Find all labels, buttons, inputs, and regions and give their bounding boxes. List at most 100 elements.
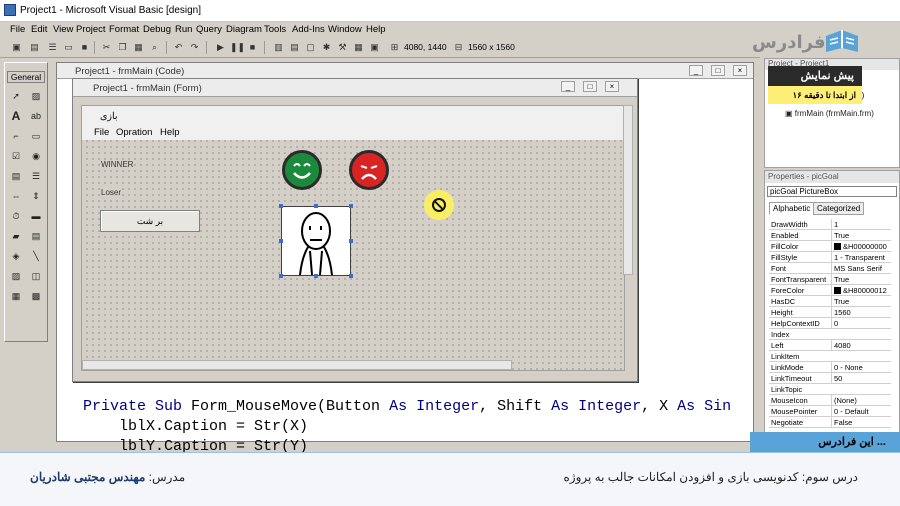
end-icon[interactable]: ■ [246, 41, 259, 54]
resize-handle[interactable] [349, 204, 353, 208]
property-row[interactable]: Index [769, 329, 891, 340]
start-icon[interactable]: ▶ [214, 41, 227, 54]
toolbox-header[interactable]: General [7, 71, 45, 83]
property-row[interactable]: MousePointer 0 - Default [769, 406, 891, 417]
label-tool-icon[interactable]: A [9, 109, 23, 123]
property-row[interactable]: Height 1560 [769, 307, 891, 318]
checkbox-tool-icon[interactable]: ☑ [9, 149, 23, 163]
menu-query[interactable]: Query [196, 24, 222, 35]
combobox-tool-icon[interactable]: ▤ [9, 169, 23, 183]
property-value[interactable]: &H80000012 [831, 285, 891, 296]
property-row[interactable]: LinkTimeout 50 [769, 373, 891, 384]
menu-file[interactable]: File [10, 24, 25, 35]
property-value[interactable]: True [831, 296, 891, 307]
menu-help[interactable]: Help [366, 24, 386, 35]
toolbox-icon[interactable]: ⚒ [336, 41, 349, 54]
property-row[interactable]: Negotiate False [769, 417, 891, 428]
property-row[interactable]: ForeColor &H80000012 [769, 285, 891, 296]
resize-handle[interactable] [279, 204, 283, 208]
property-row[interactable]: HasDC True [769, 296, 891, 307]
vscrollbar-tool-icon[interactable]: ⇕ [29, 189, 43, 203]
find-icon[interactable]: ⌕ [148, 41, 161, 54]
menu-add-ins[interactable]: Add-Ins [292, 24, 325, 35]
property-row[interactable]: LinkItem [769, 351, 891, 362]
listbox-tool-icon[interactable]: ☰ [29, 169, 43, 183]
resize-handle[interactable] [314, 204, 318, 208]
resize-handle[interactable] [314, 274, 318, 278]
dirlistbox-tool-icon[interactable]: ▰ [9, 229, 23, 243]
resize-handle[interactable] [349, 239, 353, 243]
add-form-icon[interactable]: ▤ [28, 41, 41, 54]
ole-tool-icon[interactable]: ▦ [9, 289, 23, 303]
object-selector[interactable]: picGoal PictureBox [767, 186, 897, 197]
winner-label[interactable]: WINNER [100, 160, 135, 169]
resize-handle[interactable] [279, 274, 283, 278]
property-value[interactable]: 0 [831, 318, 891, 329]
property-row[interactable]: Enabled True [769, 230, 891, 241]
property-row[interactable]: FillColor &H00000000 [769, 241, 891, 252]
data-view-icon[interactable]: ▦ [352, 41, 365, 54]
property-value[interactable]: &H00000000 [831, 241, 891, 252]
happy-face-icon[interactable] [282, 150, 322, 190]
resize-handle[interactable] [279, 239, 283, 243]
game-form[interactable]: بازی File Opration Help WINNER Loser بر … [81, 105, 625, 371]
image-tool-icon[interactable]: ▨ [9, 269, 23, 283]
property-row[interactable]: LinkMode 0 - None [769, 362, 891, 373]
frame-tool-icon[interactable]: ⌐ [9, 129, 23, 143]
back-button[interactable]: بر شت [100, 210, 200, 232]
form-horizontal-scrollbar[interactable] [82, 360, 512, 370]
close-button[interactable]: × [733, 65, 747, 76]
component-manager-icon[interactable]: ▣ [368, 41, 381, 54]
maximize-button[interactable]: □ [583, 81, 597, 92]
property-row[interactable]: FillStyle 1 - Transparent [769, 252, 891, 263]
object-browser-icon[interactable]: ✱ [320, 41, 333, 54]
menu-debug[interactable]: Debug [143, 24, 171, 35]
undo-icon[interactable]: ↶ [172, 41, 185, 54]
menu-project[interactable]: Project [76, 24, 106, 35]
menu-format[interactable]: Format [109, 24, 139, 35]
property-row[interactable]: FontTransparent True [769, 274, 891, 285]
add-project-icon[interactable]: ▣ [10, 41, 23, 54]
properties-window-icon[interactable]: ▤ [288, 41, 301, 54]
property-value[interactable]: 4080 [831, 340, 891, 351]
loser-label[interactable]: Loser [100, 188, 123, 197]
redo-icon[interactable]: ↷ [188, 41, 201, 54]
property-value[interactable]: True [831, 230, 891, 241]
menu-tools[interactable]: Tools [264, 24, 286, 35]
property-value[interactable]: True [831, 274, 891, 285]
property-value[interactable]: (None) [831, 395, 891, 406]
property-row[interactable]: HelpContextID 0 [769, 318, 891, 329]
textbox-tool-icon[interactable]: ab [29, 109, 43, 123]
menu-editor-icon[interactable]: ☰ [46, 41, 59, 54]
menu-edit[interactable]: Edit [31, 24, 47, 35]
optionbutton-tool-icon[interactable]: ◉ [29, 149, 43, 163]
property-value[interactable]: 50 [831, 373, 891, 384]
line-tool-icon[interactable]: ╲ [29, 249, 43, 263]
minimize-button[interactable]: _ [561, 81, 575, 92]
copy-icon[interactable]: ❐ [116, 41, 129, 54]
paste-icon[interactable]: ▦ [132, 41, 145, 54]
form-layout-icon[interactable]: ▢ [304, 41, 317, 54]
data-tool-icon[interactable]: ◫ [29, 269, 43, 283]
property-value[interactable]: 0 - None [831, 362, 891, 373]
timer-tool-icon[interactable]: ⏱ [9, 209, 23, 223]
form-vertical-scrollbar[interactable] [623, 105, 633, 275]
minimize-button[interactable]: _ [689, 65, 703, 76]
form-menu-file[interactable]: File [94, 127, 109, 138]
menu-diagram[interactable]: Diagram [226, 24, 262, 35]
maximize-button[interactable]: □ [711, 65, 725, 76]
tab-alphabetic[interactable]: Alphabetic [769, 202, 815, 215]
property-value[interactable]: 1 [831, 219, 891, 230]
project-explorer-icon[interactable]: ▥ [272, 41, 285, 54]
menu-window[interactable]: Window [328, 24, 362, 35]
open-icon[interactable]: ▭ [62, 41, 75, 54]
resize-handle[interactable] [349, 274, 353, 278]
close-button[interactable]: × [605, 81, 619, 92]
property-value[interactable]: False [831, 417, 891, 428]
sad-face-icon[interactable] [349, 150, 389, 190]
property-row[interactable]: Left 4080 [769, 340, 891, 351]
shape-tool-icon[interactable]: ◈ [9, 249, 23, 263]
menu-view[interactable]: View [53, 24, 73, 35]
property-value[interactable]: 0 - Default [831, 406, 891, 417]
menu-run[interactable]: Run [175, 24, 192, 35]
